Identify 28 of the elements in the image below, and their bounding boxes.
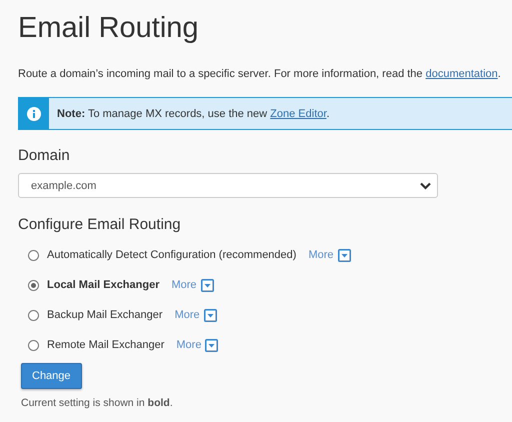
documentation-link[interactable]: documentation	[426, 68, 498, 80]
chevron-down-icon	[420, 182, 431, 190]
change-button[interactable]: Change	[21, 363, 82, 389]
option-label: Remote Mail Exchanger	[47, 339, 164, 351]
radio-button[interactable]	[28, 310, 39, 320]
domain-label: Domain	[18, 147, 71, 165]
more-link[interactable]: More	[308, 249, 334, 261]
dropdown-toggle-icon[interactable]	[205, 338, 218, 352]
option-label: Automatically Detect Configuration (recommended)	[47, 249, 296, 261]
info-icon	[26, 106, 42, 122]
dropdown-toggle-icon[interactable]	[338, 248, 351, 262]
zone-editor-link[interactable]: Zone Editor	[270, 108, 326, 120]
radio-button[interactable]	[28, 280, 39, 290]
option-label: Backup Mail Exchanger	[47, 309, 163, 321]
radio-button[interactable]	[28, 250, 39, 260]
more-link[interactable]: More	[174, 309, 200, 321]
intro-text: Route a domain’s incoming mail to a specific server. For more information, read the documentation.	[18, 68, 502, 80]
routing-heading: Configure Email Routing	[18, 216, 182, 234]
more-link[interactable]: More	[171, 279, 197, 291]
note-text: Note: To manage MX records, use the new Zone Editor.	[56, 108, 330, 120]
page-title: Email Routing	[18, 11, 200, 46]
footer-text: Current setting is shown in bold.	[21, 397, 174, 409]
more-link[interactable]: More	[176, 339, 202, 351]
radio-button[interactable]	[28, 340, 39, 350]
dropdown-toggle-icon[interactable]	[200, 278, 214, 292]
dropdown-toggle-icon[interactable]	[204, 308, 217, 322]
domain-select[interactable]: example.com	[18, 173, 438, 198]
option-label: Local Mail Exchanger	[47, 279, 160, 291]
